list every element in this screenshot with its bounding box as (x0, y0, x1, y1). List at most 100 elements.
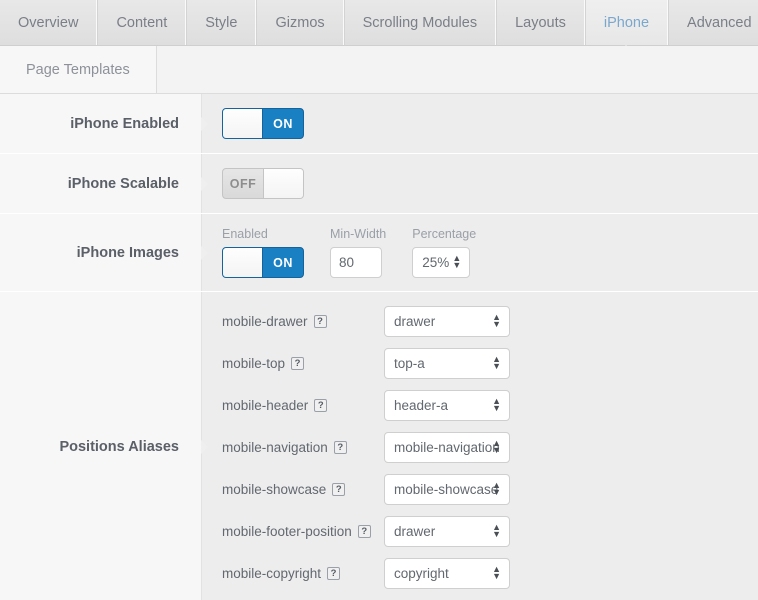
alias-select-value: header-a (394, 398, 449, 413)
tab-iphone[interactable]: iPhone (584, 0, 669, 53)
field-iphone-enabled: ON (202, 94, 758, 153)
alias-name-text: mobile-showcase (222, 482, 327, 497)
tab-style[interactable]: Style (186, 0, 257, 45)
toggle-iphone-enabled[interactable]: ON (222, 108, 304, 139)
alias-select[interactable]: drawer ▲ ▼ (384, 516, 510, 547)
help-icon[interactable]: ? (333, 441, 347, 454)
alias-select[interactable]: header-a ▲ ▼ (384, 390, 510, 421)
alias-name: mobile-footer-position ? (222, 524, 384, 539)
alias-row: mobile-copyright ? copyright ▲ ▼ (222, 558, 758, 589)
label-iphone-images: iPhone Images (0, 214, 208, 291)
iphone-images-minwidth-caption: Min-Width (330, 227, 387, 241)
iphone-images-enabled-group: Enabled ON (222, 227, 304, 278)
toggle-iphone-enabled-state: ON (273, 116, 293, 131)
stepper-icon: ▲ ▼ (492, 437, 501, 455)
alias-select-value: drawer (394, 314, 436, 329)
iphone-images-percentage-group: Percentage 25% ▲ ▼ (412, 227, 476, 278)
help-icon[interactable]: ? (314, 399, 328, 412)
field-iphone-images: Enabled ON Min-Width Percentage 25% (202, 214, 758, 291)
label-iphone-scalable: iPhone Scalable (0, 154, 208, 213)
row-iphone-enabled: iPhone Enabled ON (0, 94, 758, 154)
alias-name-text: mobile-header (222, 398, 309, 413)
iphone-images-percentage-select[interactable]: 25% ▲ ▼ (412, 247, 471, 278)
row-positions-aliases: Positions Aliases mobile-drawer ? drawer… (0, 292, 758, 600)
alias-select[interactable]: drawer ▲ ▼ (384, 306, 510, 337)
tab-scrolling-modules-label: Scrolling Modules (362, 14, 478, 31)
alias-select-value: copyright (394, 566, 449, 581)
settings-panel: iPhone Enabled ON iPhone Scalable OFF iP… (0, 94, 758, 600)
alias-name-text: mobile-navigation (222, 440, 328, 455)
alias-name: mobile-drawer ? (222, 314, 384, 329)
tab-style-label: Style (205, 14, 238, 31)
iphone-images-minwidth-group: Min-Width (330, 227, 386, 278)
alias-row: mobile-footer-position ? drawer ▲ ▼ (222, 516, 758, 547)
alias-row: mobile-header ? header-a ▲ ▼ (222, 390, 758, 421)
field-iphone-scalable: OFF (202, 154, 758, 213)
toggle-iphone-enabled-knob (223, 109, 263, 138)
main-tab-bar: Overview Content Style Gizmos Scrolling … (0, 0, 758, 53)
tab-overview-label: Overview (18, 14, 79, 31)
alias-name: mobile-copyright ? (222, 566, 384, 581)
tab-content[interactable]: Content (97, 0, 187, 45)
field-positions-aliases: mobile-drawer ? drawer ▲ ▼ mobile-top ? t… (202, 292, 758, 600)
alias-select-value: mobile-navigation (394, 440, 500, 455)
help-icon[interactable]: ? (291, 357, 305, 370)
row-iphone-scalable: iPhone Scalable OFF (0, 154, 758, 214)
iphone-images-percentage-caption: Percentage (412, 227, 477, 241)
label-iphone-scalable-text: iPhone Scalable (67, 175, 179, 192)
help-icon[interactable]: ? (332, 483, 346, 496)
tab-advanced-label: Advanced (687, 14, 752, 31)
iphone-images-enabled-caption: Enabled (222, 227, 268, 241)
alias-row: mobile-drawer ? drawer ▲ ▼ (222, 306, 758, 337)
alias-name: mobile-navigation ? (222, 440, 384, 455)
alias-select[interactable]: top-a ▲ ▼ (384, 348, 510, 379)
alias-name: mobile-header ? (222, 398, 384, 413)
iphone-images-controls: Enabled ON Min-Width Percentage 25% (222, 227, 476, 278)
row-iphone-images: iPhone Images Enabled ON Min-Width Perce… (0, 214, 758, 292)
label-positions-aliases-text: Positions Aliases (59, 438, 179, 455)
label-iphone-images-text: iPhone Images (76, 244, 179, 261)
subtab-page-templates[interactable]: Page Templates (0, 46, 157, 93)
sub-tab-bar: Page Templates (0, 46, 758, 94)
tab-content-label: Content (116, 14, 168, 31)
stepper-icon: ▲ ▼ (492, 395, 501, 413)
tab-gizmos-label: Gizmos (275, 14, 325, 31)
iphone-images-percentage-value: 25% (422, 255, 450, 270)
label-iphone-enabled-text: iPhone Enabled (70, 115, 179, 132)
tab-iphone-label: iPhone (603, 14, 650, 31)
alias-name-text: mobile-drawer (222, 314, 308, 329)
toggle-iphone-images-enabled-state: ON (273, 255, 293, 270)
alias-select[interactable]: mobile-navigation ▲ ▼ (384, 432, 510, 463)
tab-gizmos[interactable]: Gizmos (256, 0, 344, 45)
stepper-icon: ▲ ▼ (492, 311, 501, 329)
label-iphone-enabled: iPhone Enabled (0, 94, 208, 153)
tab-scrolling-modules[interactable]: Scrolling Modules (343, 0, 497, 45)
alias-name: mobile-showcase ? (222, 482, 384, 497)
positions-aliases-list: mobile-drawer ? drawer ▲ ▼ mobile-top ? t… (202, 292, 758, 600)
tab-advanced[interactable]: Advanced (668, 0, 758, 45)
stepper-icon: ▲ ▼ (492, 521, 501, 539)
toggle-iphone-images-enabled-knob (223, 248, 263, 277)
alias-select[interactable]: copyright ▲ ▼ (384, 558, 510, 589)
toggle-iphone-images-enabled[interactable]: ON (222, 247, 304, 278)
alias-select[interactable]: mobile-showcase ▲ ▼ (384, 474, 510, 505)
alias-select-value: mobile-showcase (394, 482, 499, 497)
stepper-icon: ▲ ▼ (492, 353, 501, 371)
tab-layouts-label: Layouts (515, 14, 566, 31)
tab-layouts[interactable]: Layouts (496, 0, 585, 45)
alias-row: mobile-top ? top-a ▲ ▼ (222, 348, 758, 379)
stepper-icon: ▲ ▼ (452, 252, 462, 270)
iphone-images-minwidth-input[interactable] (330, 247, 382, 278)
help-icon[interactable]: ? (327, 567, 341, 580)
alias-name-text: mobile-footer-position (222, 524, 352, 539)
toggle-iphone-scalable[interactable]: OFF (222, 168, 304, 199)
toggle-iphone-scalable-state: OFF (229, 176, 257, 191)
toggle-iphone-scalable-knob (263, 169, 303, 198)
alias-row: mobile-navigation ? mobile-navigation ▲ ▼ (222, 432, 758, 463)
alias-select-value: top-a (394, 356, 425, 371)
tab-overview[interactable]: Overview (0, 0, 98, 45)
help-icon[interactable]: ? (313, 315, 327, 328)
label-positions-aliases: Positions Aliases (0, 292, 208, 600)
help-icon[interactable]: ? (357, 525, 371, 538)
alias-row: mobile-showcase ? mobile-showcase ▲ ▼ (222, 474, 758, 505)
